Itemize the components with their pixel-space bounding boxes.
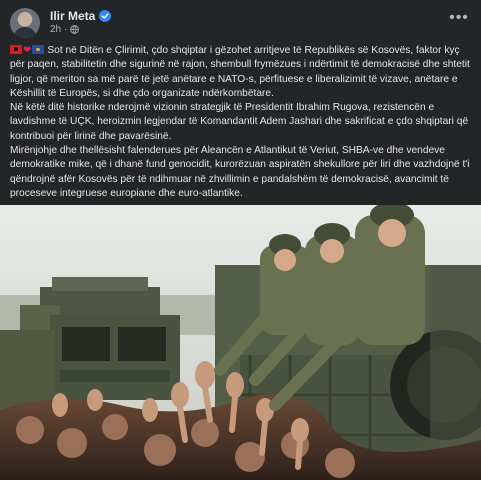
- photo-scene: [0, 205, 481, 480]
- post-meta: 2h ·: [50, 24, 80, 35]
- post-text: ❤ Sot në Ditën e Çlirimit, çdo shqiptar i…: [10, 44, 476, 201]
- albania-flag-icon: [10, 45, 22, 54]
- verified-badge-icon: [99, 10, 112, 22]
- more-options-icon[interactable]: •••: [447, 8, 471, 28]
- meta-separator: ·: [64, 24, 68, 35]
- kosovo-flag-icon: [32, 45, 45, 54]
- heart-icon: ❤: [23, 45, 32, 56]
- globe-icon[interactable]: [70, 25, 80, 34]
- post-timestamp[interactable]: 2h: [50, 24, 61, 35]
- post-photo[interactable]: [0, 205, 481, 480]
- author-row: Ilir Meta: [50, 9, 112, 23]
- post-paragraph-1: ❤ Sot në Ditën e Çlirimit, çdo shqiptar i…: [10, 45, 470, 99]
- author-name[interactable]: Ilir Meta: [50, 9, 95, 23]
- post-paragraph-2: Në këtë ditë historike nderojmë vizionin…: [10, 102, 469, 142]
- avatar[interactable]: [10, 8, 40, 38]
- post-paragraph-3: Mirënjohje dhe thellësisht falenderues p…: [10, 145, 470, 199]
- post-header: Ilir Meta 2h · •••: [0, 0, 481, 40]
